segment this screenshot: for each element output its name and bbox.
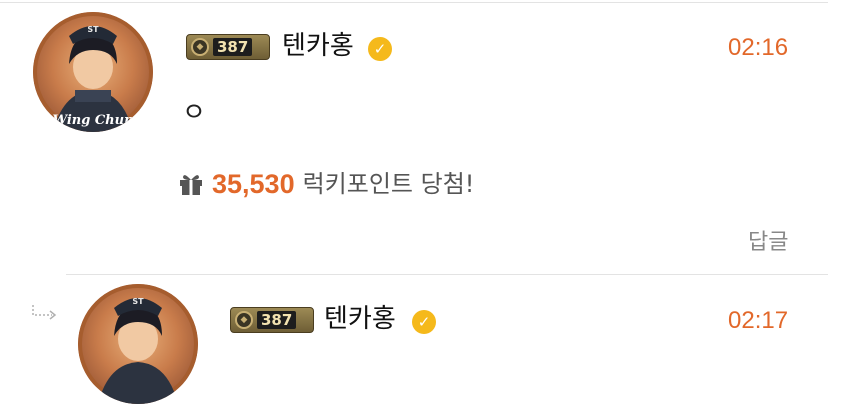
avatar-badge-text: ST <box>132 297 144 306</box>
comment-text: ㅇ <box>182 98 206 128</box>
check-badge-icon: ✓ <box>368 37 392 61</box>
rank-shield-icon: ◆ <box>235 311 253 329</box>
gift-icon <box>180 175 202 195</box>
avatar-badge-text: ST <box>87 25 99 34</box>
level-badge: ◆ 387 <box>230 307 314 333</box>
top-divider <box>0 2 828 3</box>
reply-button[interactable]: 답글 <box>748 229 788 257</box>
level-number: 387 <box>213 38 253 56</box>
comment-time: 02:16 <box>728 34 789 61</box>
avatar[interactable]: ST Wing Chun <box>33 12 153 132</box>
avatar-caption: Wing Chun <box>52 113 133 128</box>
comment-divider <box>66 274 828 275</box>
level-badge: ◆ 387 <box>186 34 270 60</box>
lucky-points-label: 럭키포인트 당첨! <box>302 170 475 198</box>
level-number: 387 <box>257 311 297 329</box>
lucky-points-value: 35,530 <box>212 169 295 199</box>
comment-time: 02:17 <box>728 307 789 334</box>
rank-shield-icon: ◆ <box>191 38 209 56</box>
nickname[interactable]: 텐카홍 <box>282 30 354 62</box>
avatar[interactable]: ST <box>78 284 198 404</box>
lucky-point-notice: 35,530 럭키포인트 당첨! <box>178 169 474 199</box>
nickname[interactable]: 텐카홍 <box>324 303 396 335</box>
check-badge-icon: ✓ <box>412 310 436 334</box>
reply-arrow-icon <box>32 305 57 320</box>
